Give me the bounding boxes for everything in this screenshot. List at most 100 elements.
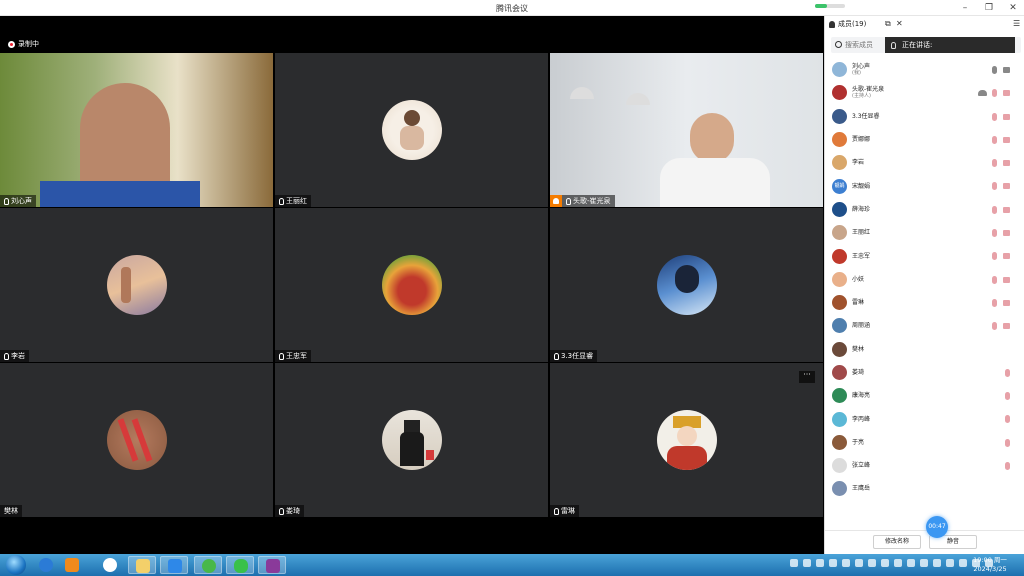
video-tile[interactable]: 娄琦 [275,363,548,517]
mic-muted-icon[interactable] [1005,462,1010,471]
member-row[interactable]: 小妖 [825,268,1024,291]
mic-icon [891,41,896,49]
member-row[interactable]: 王忠军 [825,244,1024,267]
recording-indicator: 录制中 [8,39,39,49]
mic-muted-icon[interactable] [1005,368,1010,377]
member-name-text: 3.3任显睿 [852,112,880,120]
minimize-button[interactable]: – [958,2,972,14]
camera-icon[interactable] [1003,67,1010,73]
member-avatar [832,411,847,427]
member-row[interactable]: 靓娟 宋靓娟 [825,174,1024,197]
video-tile[interactable]: 王忠军 [275,208,548,362]
member-row[interactable]: 娄琦 [825,361,1024,384]
more-options-button[interactable]: ··· [799,371,815,383]
close-button[interactable]: ✕ [1006,2,1020,14]
mic-muted-icon[interactable] [992,252,997,261]
taskbar-app[interactable] [258,556,286,574]
camera-off-icon[interactable] [1003,113,1010,120]
camera-off-icon[interactable] [1003,276,1010,283]
taskbar-app[interactable] [128,556,156,574]
tile-namebar: 雷琳 [550,505,579,517]
mic-muted-icon[interactable] [992,112,997,121]
restore-button[interactable]: ❐ [982,2,996,14]
camera-off-icon[interactable] [1003,160,1010,167]
member-name: 樊林 [852,346,864,353]
member-name-text: 张立峰 [852,462,871,470]
member-name-text: 小妖 [852,275,865,283]
video-tile[interactable]: 樊林 [0,363,273,517]
taskbar-app[interactable] [226,556,254,574]
video-tile[interactable]: 刘心声 [0,53,273,207]
taskbar: 19:00 周一 2024/3/25 [0,554,1024,576]
mic-muted-icon[interactable] [992,135,997,144]
participant-avatar [656,410,717,470]
member-row[interactable]: 王鹰岳 [825,477,1024,500]
member-row[interactable]: 李丙峰 [825,407,1024,430]
camera-off-icon[interactable] [1003,206,1010,213]
rename-button[interactable]: 修改名称 [873,535,921,549]
close-panel-icon[interactable]: ✕ [896,19,903,28]
member-row[interactable]: 雷琳 [825,291,1024,314]
taskbar-app[interactable] [194,556,222,574]
mic-muted-icon[interactable] [1005,415,1010,424]
member-row[interactable]: 康海亮 [825,384,1024,407]
member-avatar [832,295,847,311]
member-name: 李丙峰 [852,416,870,423]
member-row[interactable]: 樊林 [825,338,1024,361]
taskbar-app[interactable] [58,556,86,574]
member-row[interactable]: 于亮 [825,431,1024,454]
member-row[interactable]: 头歌-崔光泉 (主持人) [825,81,1024,104]
mic-muted-icon[interactable] [1005,392,1010,401]
member-name: 康海亮 [852,392,870,399]
member-row[interactable]: 3.3任显睿 [825,105,1024,128]
member-role: (主持人) [852,92,871,99]
video-tile[interactable]: 头歌-崔光泉 [550,53,823,207]
video-tile[interactable]: 3.3任显睿 [550,208,823,362]
mic-muted-icon[interactable] [1005,438,1010,447]
mic-icon[interactable] [992,66,997,74]
member-name-text: 贾娜娜 [852,136,871,144]
member-row[interactable]: 刘心声 (我) [825,58,1024,81]
video-tile[interactable]: ··· 雷琳 [550,363,823,517]
mic-muted-icon[interactable] [992,89,997,98]
mic-muted-icon[interactable] [992,275,997,284]
member-row[interactable]: 贾娜娜 [825,128,1024,151]
members-icon [829,20,835,28]
member-name-text: 于亮 [852,438,865,446]
member-avatar [832,248,847,264]
member-search[interactable]: 正在讲话: [831,37,1021,53]
member-row[interactable]: 王丽红 [825,221,1024,244]
camera-off-icon[interactable] [1003,136,1010,143]
member-name: 王忠军 [852,253,870,260]
member-name-text: 薛海珍 [852,205,871,213]
camera-off-icon[interactable] [1003,230,1010,237]
member-row[interactable]: 张立峰 [825,454,1024,477]
mic-muted-icon[interactable] [992,182,997,191]
camera-off-icon[interactable] [1003,90,1010,97]
camera-off-icon[interactable] [1003,299,1010,306]
start-button[interactable] [6,555,26,575]
member-row[interactable]: 周丽涵 [825,314,1024,337]
taskbar-app[interactable] [96,556,124,574]
camera-off-icon[interactable] [1003,183,1010,190]
video-tile[interactable]: 王丽红 [275,53,548,207]
mic-muted-icon[interactable] [992,298,997,307]
host-icon [550,195,562,207]
member-name: 头歌-崔光泉 (主持人) [852,86,884,100]
taskbar-app[interactable] [32,556,60,574]
popout-icon[interactable]: ⧉ [885,19,891,29]
video-tile[interactable]: 李岩 [0,208,273,362]
camera-off-icon[interactable] [1003,323,1010,330]
camera-off-icon[interactable] [1003,253,1010,260]
taskbar-app[interactable] [160,556,188,574]
system-clock[interactable]: 19:00 周一 2024/3/25 [960,556,1020,574]
menu-icon[interactable]: ☰ [1013,19,1020,28]
mic-muted-icon[interactable] [992,322,997,331]
members-title: 成员(19) [838,20,867,28]
mic-muted-icon[interactable] [992,159,997,168]
mic-muted-icon[interactable] [992,205,997,214]
member-row[interactable]: 李岩 [825,151,1024,174]
mic-muted-icon[interactable] [992,229,997,238]
mic-icon [554,352,559,360]
member-row[interactable]: 薛海珍 [825,198,1024,221]
